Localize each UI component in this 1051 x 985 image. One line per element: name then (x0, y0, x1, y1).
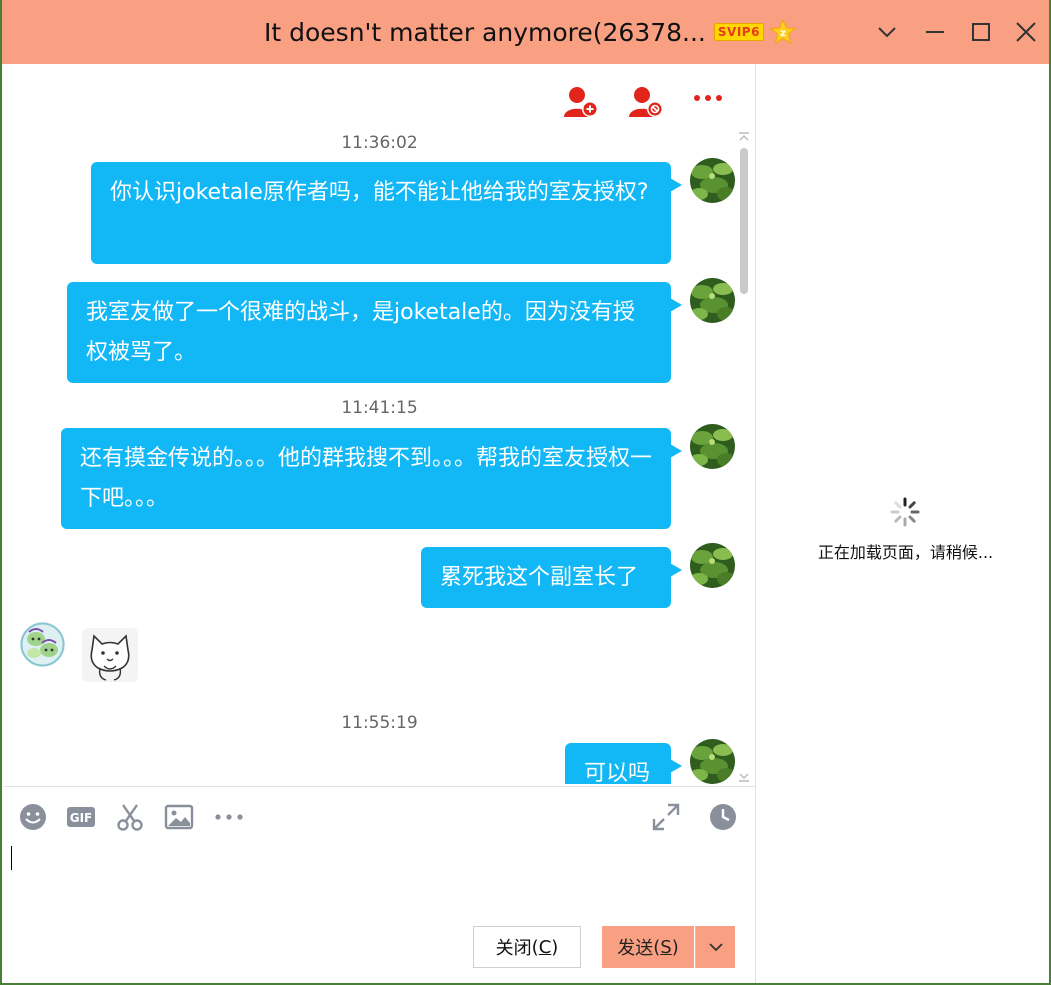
scroll-down-icon[interactable] (738, 772, 750, 782)
title-group: It doesn't matter anymore(26378... SVIP6… (264, 14, 796, 50)
cat-sticker[interactable] (82, 628, 138, 682)
add-friend-icon[interactable] (562, 84, 600, 120)
send-button-label: 发送 (617, 938, 654, 959)
svg-text:z: z (780, 28, 786, 39)
contact-avatar[interactable] (20, 622, 65, 667)
title-bar[interactable]: It doesn't matter anymore(26378... SVIP6… (2, 0, 1049, 64)
scrollbar-thumb[interactable] (740, 148, 748, 294)
history-icon[interactable] (708, 802, 738, 832)
expand-icon[interactable] (651, 802, 681, 832)
message-bubble[interactable]: 累死我这个副室长了 (421, 547, 682, 608)
qzone-star-icon[interactable]: z (769, 19, 796, 45)
image-icon[interactable] (164, 802, 194, 832)
message-text: 你认识joketale原作者吗，能不能让他给我的室友授权? (110, 180, 649, 205)
close-button[interactable]: 关闭(C) (473, 926, 581, 968)
more-icon[interactable] (690, 84, 728, 120)
avatar[interactable] (690, 424, 735, 469)
close-shortcut-close: ) (551, 936, 559, 958)
avatar-image (690, 278, 735, 323)
message-bubble[interactable]: 你认识joketale原作者吗，能不能让他给我的室友授权? (91, 162, 682, 264)
avatar-image (690, 158, 735, 203)
send-shortcut-key: S (660, 936, 672, 958)
avatar[interactable] (690, 158, 735, 203)
close-shortcut-key: C (538, 936, 552, 958)
chevron-down-icon (708, 943, 723, 952)
minimize-icon[interactable] (921, 18, 949, 46)
cat-sticker-image (82, 628, 138, 682)
input-divider (4, 786, 755, 787)
message-bubble[interactable]: 我室友做了一个很难的战斗，是joketale的。因为没有授权被骂了。 (67, 282, 682, 383)
message-text: 可以吗 (584, 761, 651, 784)
avatar-image (690, 543, 735, 588)
close-button-label: 关闭 (495, 938, 532, 959)
gif-label: GIF (70, 811, 93, 825)
close-shortcut-open: ( (531, 936, 539, 958)
send-options-button[interactable] (695, 926, 735, 968)
emoji-icon[interactable] (18, 802, 48, 832)
message-text: 累死我这个副室长了 (440, 565, 639, 590)
maximize-icon[interactable] (967, 18, 995, 46)
loading-spinner-icon (890, 497, 920, 527)
pane-divider[interactable] (755, 64, 756, 983)
gif-icon[interactable]: GIF (66, 802, 96, 832)
chat-window: It doesn't matter anymore(26378... SVIP6… (0, 0, 1051, 985)
chevron-down-icon[interactable] (873, 18, 901, 46)
chat-history[interactable]: 11:36:02 你认识joketale原作者吗，能不能让他给我的室友授权? 我… (4, 64, 755, 784)
message-bubble[interactable]: 还有摸金传说的。。。他的群我搜不到。。。帮我的室友授权一下吧。。。 (61, 428, 682, 529)
loading-text: 正在加载页面，请稍候... (817, 543, 994, 562)
timestamp: 11:41:15 (341, 398, 418, 418)
more-tools-icon[interactable] (214, 802, 244, 832)
message-bubble[interactable]: 可以吗 (565, 743, 682, 784)
contact-avatar-image (20, 622, 65, 667)
send-shortcut-open: ( (653, 936, 661, 958)
block-icon[interactable] (627, 84, 665, 120)
svip-badge[interactable]: SVIP6 (713, 23, 764, 41)
screenshot-icon[interactable] (115, 802, 145, 832)
message-input[interactable] (8, 840, 754, 924)
message-text: 还有摸金传说的。。。他的群我搜不到。。。帮我的室友授权一下吧。。。 (80, 446, 653, 511)
avatar[interactable] (690, 739, 735, 784)
send-button[interactable]: 发送(S) (602, 926, 694, 968)
close-icon[interactable] (1012, 18, 1040, 46)
avatar-image (690, 424, 735, 469)
timestamp: 11:36:02 (341, 133, 418, 153)
avatar[interactable] (690, 278, 735, 323)
window-title: It doesn't matter anymore(26378... (264, 17, 706, 47)
message-text: 我室友做了一个很难的战斗，是joketale的。因为没有授权被骂了。 (86, 300, 635, 365)
timestamp: 11:55:19 (341, 713, 418, 733)
avatar[interactable] (690, 543, 735, 588)
send-shortcut-close: ) (671, 936, 679, 958)
avatar-image (690, 739, 735, 784)
text-caret (11, 846, 12, 870)
